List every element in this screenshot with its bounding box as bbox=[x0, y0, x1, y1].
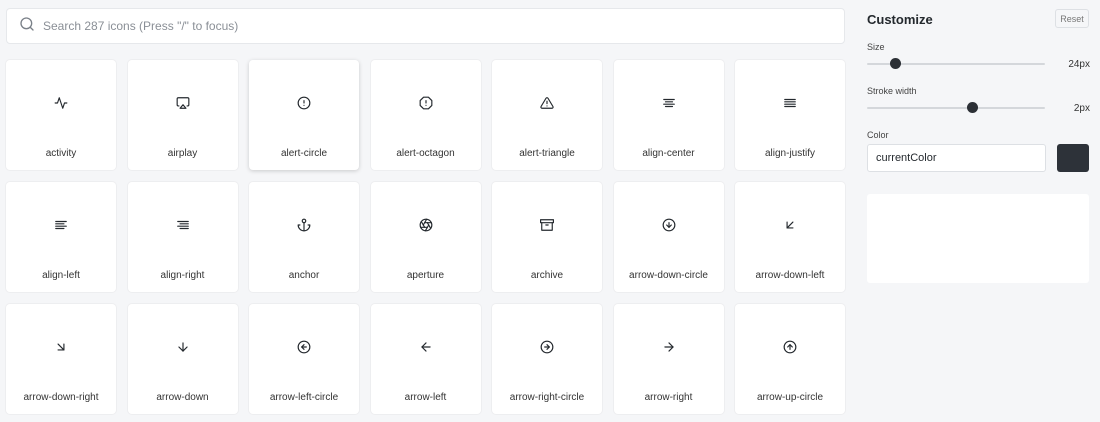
icon-card-arrow-right-circle[interactable]: arrow-right-circle bbox=[492, 304, 602, 414]
stroke-width-slider-thumb[interactable] bbox=[967, 102, 979, 113]
icon-card-label: align-center bbox=[642, 148, 695, 159]
icon-card-label: arrow-down bbox=[156, 392, 209, 403]
icon-card-label: arrow-right bbox=[644, 392, 693, 403]
size-value: 24px bbox=[1068, 59, 1090, 70]
align-center-icon bbox=[662, 96, 676, 110]
arrow-down-circle-icon bbox=[662, 218, 676, 232]
icon-card-label: archive bbox=[530, 270, 564, 281]
search-icon bbox=[19, 16, 35, 37]
arrow-right-circle-icon bbox=[540, 340, 554, 354]
arrow-up-circle-icon bbox=[783, 340, 797, 354]
icon-card-label: align-left bbox=[42, 270, 80, 281]
arrow-left-circle-icon bbox=[297, 340, 311, 354]
icon-card-arrow-left[interactable]: arrow-left bbox=[370, 304, 481, 414]
color-label: Color bbox=[867, 130, 889, 140]
alert-octagon-icon bbox=[419, 96, 433, 110]
icon-card-label: alert-octagon bbox=[396, 148, 455, 159]
icon-card-label: arrow-right-circle bbox=[509, 392, 585, 403]
alert-triangle-icon bbox=[540, 96, 554, 110]
customize-title: Customize bbox=[867, 12, 933, 27]
icon-grid: activity airplay alert-circle alert-octagon… bbox=[6, 60, 846, 414]
stroke-width-value: 2px bbox=[1073, 103, 1090, 114]
icon-card-anchor[interactable]: anchor bbox=[249, 182, 359, 292]
size-label: Size bbox=[867, 42, 885, 52]
icon-card-arrow-left-circle[interactable]: arrow-left-circle bbox=[249, 304, 359, 414]
icon-card-arrow-down-left[interactable]: arrow-down-left bbox=[735, 182, 845, 292]
icon-card-label: aperture bbox=[406, 270, 445, 281]
icon-card-arrow-down[interactable]: arrow-down bbox=[127, 304, 238, 414]
icon-card-arrow-down-circle[interactable]: arrow-down-circle bbox=[613, 182, 724, 292]
icon-card-alert-octagon[interactable]: alert-octagon bbox=[370, 60, 481, 170]
icon-card-label: arrow-down-right bbox=[23, 392, 99, 403]
icon-card-label: arrow-up-circle bbox=[756, 392, 824, 403]
size-slider-thumb[interactable] bbox=[889, 58, 901, 69]
stroke-width-slider[interactable] bbox=[867, 102, 1045, 113]
align-justify-icon bbox=[783, 96, 797, 110]
icon-card-label: arrow-down-circle bbox=[629, 270, 708, 281]
icon-card-align-right[interactable]: align-right bbox=[127, 182, 238, 292]
color-input[interactable] bbox=[867, 144, 1046, 172]
icon-card-label: anchor bbox=[288, 270, 320, 281]
anchor-icon bbox=[297, 218, 311, 232]
align-right-icon bbox=[176, 218, 190, 232]
arrow-left-icon bbox=[419, 340, 433, 354]
icon-card-label: activity bbox=[45, 148, 77, 159]
icon-card-airplay[interactable]: airplay bbox=[127, 60, 238, 170]
icon-card-label: align-justify bbox=[764, 148, 816, 159]
arrow-down-right-icon bbox=[54, 340, 68, 354]
activity-icon bbox=[54, 96, 68, 110]
icon-card-label: arrow-left bbox=[404, 392, 447, 403]
icon-card-label: alert-circle bbox=[280, 148, 328, 159]
stroke-width-label: Stroke width bbox=[867, 86, 917, 96]
airplay-icon bbox=[176, 96, 190, 110]
arrow-down-left-icon bbox=[783, 218, 797, 232]
icon-preview bbox=[867, 194, 1089, 283]
align-left-icon bbox=[54, 218, 68, 232]
icon-card-aperture[interactable]: aperture bbox=[370, 182, 481, 292]
icon-card-label: airplay bbox=[167, 148, 198, 159]
archive-icon bbox=[540, 218, 554, 232]
icon-card-archive[interactable]: archive bbox=[492, 182, 602, 292]
search-bar[interactable] bbox=[6, 8, 845, 44]
icon-card-label: align-right bbox=[160, 270, 205, 281]
arrow-right-icon bbox=[662, 340, 676, 354]
icon-card-align-left[interactable]: align-left bbox=[6, 182, 116, 292]
icon-card-align-center[interactable]: align-center bbox=[613, 60, 724, 170]
icon-card-arrow-down-right[interactable]: arrow-down-right bbox=[6, 304, 116, 414]
icon-card-alert-circle[interactable]: alert-circle bbox=[249, 60, 359, 170]
icon-card-arrow-up-circle[interactable]: arrow-up-circle bbox=[735, 304, 845, 414]
icon-card-activity[interactable]: activity bbox=[6, 60, 116, 170]
icon-card-label: arrow-down-left bbox=[755, 270, 825, 281]
alert-circle-icon bbox=[297, 96, 311, 110]
color-swatch[interactable] bbox=[1057, 144, 1089, 172]
reset-button[interactable]: Reset bbox=[1055, 9, 1089, 28]
icon-card-alert-triangle[interactable]: alert-triangle bbox=[492, 60, 602, 170]
search-input[interactable] bbox=[43, 19, 823, 33]
icon-card-label: arrow-left-circle bbox=[269, 392, 339, 403]
arrow-down-icon bbox=[176, 340, 190, 354]
icon-card-arrow-right[interactable]: arrow-right bbox=[613, 304, 724, 414]
size-slider[interactable] bbox=[867, 58, 1045, 69]
icon-card-align-justify[interactable]: align-justify bbox=[735, 60, 845, 170]
icon-card-label: alert-triangle bbox=[519, 148, 575, 159]
aperture-icon bbox=[419, 218, 433, 232]
